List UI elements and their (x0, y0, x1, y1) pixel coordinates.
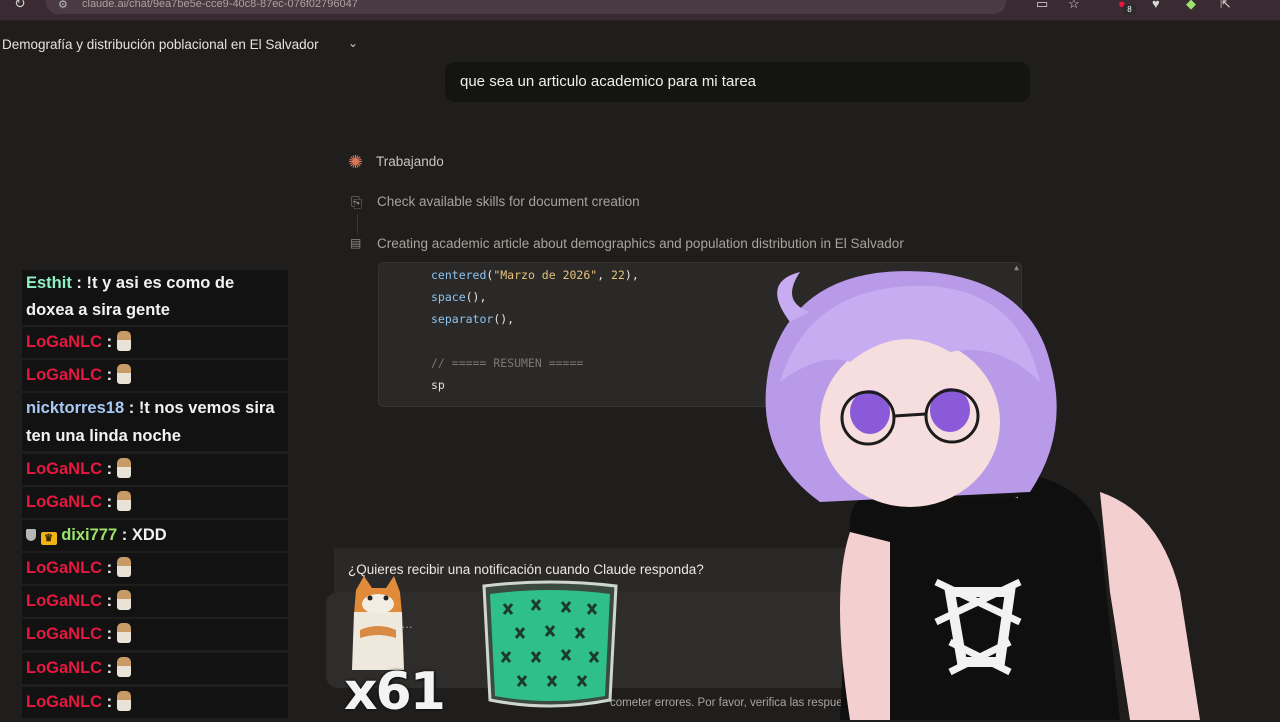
chat-text: XDD (131, 526, 167, 544)
jar-sticker-icon (482, 580, 618, 708)
code-token: centered (431, 268, 487, 282)
chat-username: Esthit (26, 274, 72, 292)
step-label[interactable]: Check available skills for document crea… (377, 194, 640, 209)
cat-emote-icon (116, 590, 131, 610)
user-message-bubble: que sea un articulo academico para mi ta… (445, 62, 1030, 102)
chat-text: !t y asi es como de (86, 274, 235, 292)
chat-username: LoGaNLC (26, 493, 103, 511)
step-label[interactable]: Creating academic article about demograp… (377, 236, 904, 251)
extension-badge: 8 (1123, 4, 1136, 15)
code-line: sp (431, 378, 445, 392)
chat-message: LoGaNLC : (22, 327, 288, 358)
chat-username: LoGaNLC (26, 333, 103, 351)
chat-message: LoGaNLC : (22, 454, 288, 485)
stream-chat-overlay: Esthit : !t y asi es como de doxea a sir… (22, 270, 288, 720)
code-comment: // ===== RESUMEN ===== (431, 356, 584, 370)
cat-emote-icon (116, 657, 131, 677)
cast-icon[interactable]: ▭ (1036, 0, 1048, 12)
cat-emote-icon (116, 557, 131, 577)
step-connector (357, 214, 358, 234)
chat-username: LoGaNLC (26, 625, 103, 643)
combo-counter: x61 (344, 662, 446, 722)
chat-username: LoGaNLC (26, 693, 103, 711)
chat-username: LoGaNLC (26, 592, 103, 610)
chat-username: LoGaNLC (26, 366, 103, 384)
crown-badge-icon: ♛ (40, 532, 57, 545)
url-text[interactable]: claude.ai/chat/9ea7be5e-cce9-40c8-87ec-0… (82, 0, 358, 10)
code-token: space (431, 290, 466, 304)
chat-message: Esthit : !t y asi es como de doxea a sir… (22, 270, 288, 325)
chat-message: LoGaNLC : (22, 360, 288, 391)
chat-message: LoGaNLC : (22, 619, 288, 650)
js-file-icon: ▤ (350, 236, 362, 250)
address-bar[interactable]: ⚙ claude.ai/chat/9ea7be5e-cce9-40c8-87ec… (46, 0, 1006, 14)
chat-message: LoGaNLC : (22, 687, 288, 718)
chat-message: ♛ dixi777 : XDD (22, 520, 288, 551)
chat-message: LoGaNLC : (22, 487, 288, 518)
chat-text: ten una linda noche (26, 427, 181, 445)
code-line: separator(), (431, 312, 515, 326)
site-info-icon[interactable]: ⚙ (58, 0, 68, 11)
code-line: centered("Marzo de 2026", 22), (431, 268, 639, 282)
cat-sticker-icon (352, 576, 404, 670)
cat-emote-icon (116, 364, 131, 384)
code-token: 22 (611, 268, 625, 282)
code-token: "Marzo de 2026" (493, 268, 598, 282)
chat-message: LoGaNLC : (22, 653, 288, 684)
extension-shield-icon[interactable]: ♥ (1152, 0, 1160, 11)
cat-emote-icon (116, 691, 131, 711)
chat-text: doxea a sira gente (26, 301, 170, 319)
cat-emote-icon (116, 491, 131, 511)
chat-title[interactable]: Demografía y distribución poblacional en… (2, 37, 319, 52)
extension-color-icon[interactable]: ◆ (1186, 0, 1196, 12)
document-icon: ⎘ (351, 194, 363, 210)
status-text: Trabajando (376, 154, 444, 169)
chat-message: LoGaNLC : (22, 553, 288, 584)
cat-emote-icon (116, 458, 131, 478)
cat-emote-icon (116, 623, 131, 643)
browser-toolbar: ↻ ⚙ claude.ai/chat/9ea7be5e-cce9-40c8-87… (0, 0, 1280, 21)
code-token: separator (431, 312, 494, 326)
sparkle-icon: ✺ (348, 152, 364, 172)
chat-username: LoGaNLC (26, 659, 103, 677)
chat-message: LoGaNLC : (22, 586, 288, 617)
bookmark-star-icon[interactable]: ☆ (1068, 0, 1080, 12)
chat-username: LoGaNLC (26, 559, 103, 577)
user-message-text: que sea un articulo academico para mi ta… (460, 73, 757, 90)
vtuber-avatar (765, 271, 1200, 720)
chat-username: LoGaNLC (26, 460, 103, 478)
shield-badge-icon (26, 529, 36, 541)
chat-username: nicktorres18 (26, 399, 125, 417)
chevron-down-icon[interactable]: ⌄ (348, 36, 358, 50)
code-line: space(), (431, 290, 487, 304)
profile-icon[interactable]: ⇱ (1220, 0, 1231, 12)
chat-message: nicktorres18 : !t nos vemos sira ten una… (22, 393, 288, 451)
chat-username: dixi777 (61, 526, 118, 544)
reload-icon[interactable]: ↻ (14, 0, 26, 12)
chat-text: !t nos vemos sira (138, 399, 275, 417)
cat-emote-icon (116, 331, 131, 351)
